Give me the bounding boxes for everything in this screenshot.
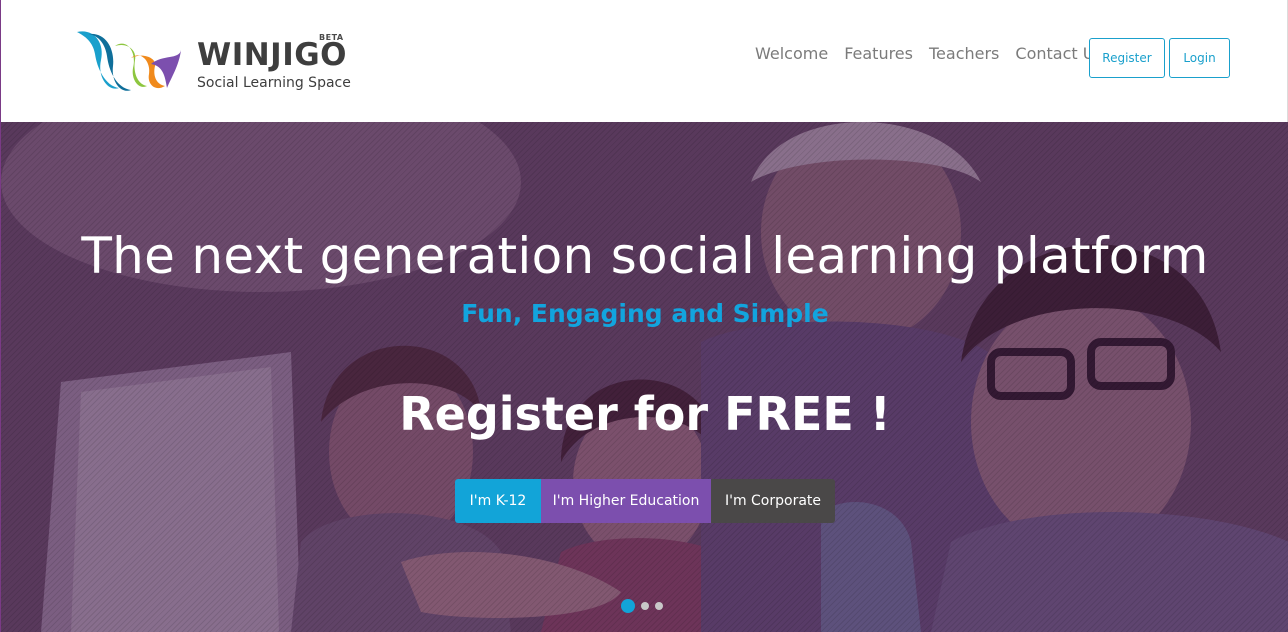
main-nav: Welcome Features Teachers Contact Us bbox=[755, 44, 1103, 66]
carousel-dot-3[interactable] bbox=[655, 602, 663, 610]
hero-title: The next generation social learning plat… bbox=[81, 227, 1209, 285]
brand-logo[interactable]: BETA WINJIGO Social Learning Space bbox=[75, 28, 355, 98]
hero-subtitle: Fun, Engaging and Simple bbox=[461, 299, 829, 328]
nav-welcome[interactable]: Welcome bbox=[755, 44, 828, 66]
brand-tagline: Social Learning Space bbox=[197, 75, 351, 91]
carousel-indicators bbox=[621, 599, 663, 613]
hero-carousel: The next generation social learning plat… bbox=[0, 122, 1288, 632]
carousel-dot-1[interactable] bbox=[621, 599, 635, 613]
audience-button-group: I'm K-12 I'm Higher Education I'm Corpor… bbox=[455, 479, 835, 523]
login-button[interactable]: Login bbox=[1169, 38, 1230, 78]
register-button[interactable]: Register bbox=[1089, 38, 1165, 78]
k12-button[interactable]: I'm K-12 bbox=[455, 479, 541, 523]
corporate-button[interactable]: I'm Corporate bbox=[711, 479, 835, 523]
higher-education-button[interactable]: I'm Higher Education bbox=[541, 479, 711, 523]
nav-teachers[interactable]: Teachers bbox=[929, 44, 999, 66]
nav-features[interactable]: Features bbox=[844, 44, 913, 66]
carousel-dot-2[interactable] bbox=[641, 602, 649, 610]
hero-cta: Register for FREE ! bbox=[399, 387, 891, 441]
hero-pattern bbox=[1, 122, 1288, 632]
site-header: BETA WINJIGO Social Learning Space Welco… bbox=[0, 0, 1288, 122]
brand-name: WINJIGO bbox=[197, 37, 348, 73]
winjigo-logo-icon bbox=[77, 31, 181, 91]
